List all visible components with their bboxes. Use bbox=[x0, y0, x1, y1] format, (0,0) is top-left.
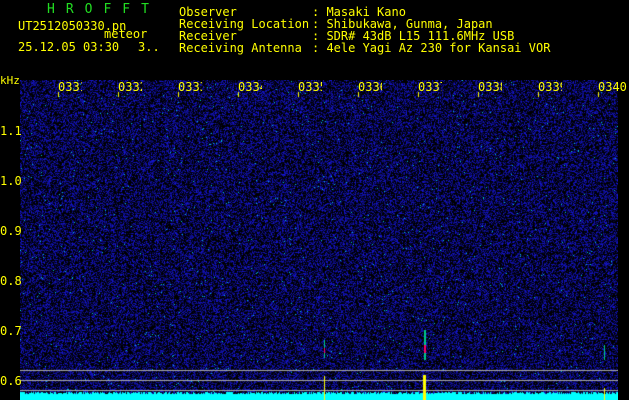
x-tick-label: 0340 bbox=[598, 80, 627, 94]
x-tick-label: 0332 bbox=[118, 80, 142, 94]
x-tick-label: 0336 bbox=[358, 80, 382, 94]
y-tick-label: 1.0 bbox=[0, 174, 22, 188]
x-tick-label: 0331 bbox=[58, 80, 82, 94]
mode-label: meteor bbox=[104, 27, 148, 41]
count: 3.. bbox=[138, 40, 160, 54]
info-value: : 4ele Yagi Az 230 for Kansai VOR bbox=[312, 41, 551, 55]
y-tick-label: 0.6 bbox=[0, 374, 22, 388]
x-tick-label: 0337 bbox=[418, 80, 442, 94]
x-tick-label: 0338 bbox=[478, 80, 502, 94]
y-unit: kHz bbox=[0, 74, 20, 87]
x-tick-label: 0333 bbox=[178, 80, 202, 94]
y-tick-label: 0.7 bbox=[0, 324, 22, 338]
x-tick-label: 0339 bbox=[538, 80, 562, 94]
y-tick-label: 1.1 bbox=[0, 124, 22, 138]
y-tick-label: 0.8 bbox=[0, 274, 22, 288]
app-title: HROFFT bbox=[47, 2, 160, 17]
datetime: 25.12.05 03:30 bbox=[18, 40, 120, 54]
x-tick-label: 0335 bbox=[298, 80, 322, 94]
info-label: Receiving Antenna bbox=[179, 41, 302, 55]
x-tick-label: 0334 bbox=[238, 80, 262, 94]
y-tick-label: 0.9 bbox=[0, 224, 22, 238]
spectrogram bbox=[20, 80, 618, 400]
